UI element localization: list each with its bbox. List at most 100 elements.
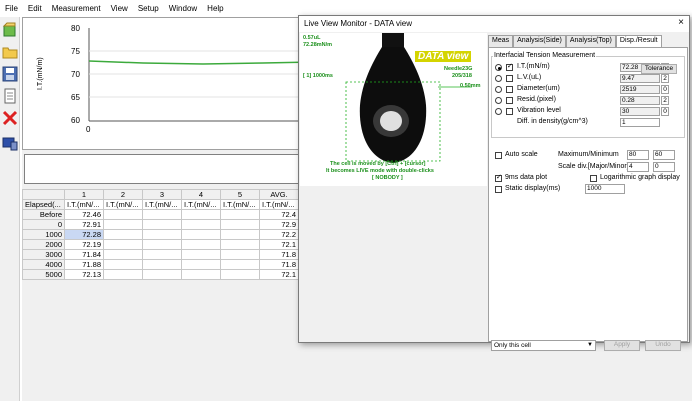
col-header-4[interactable]: 4 — [181, 189, 221, 200]
plot-9ms-checkbox[interactable] — [495, 173, 502, 183]
table-row[interactable]: 2000 72.19 72.1 — [22, 239, 299, 250]
param-radio[interactable] — [495, 86, 502, 93]
cell-empty[interactable] — [181, 219, 221, 230]
tab-analysis-top[interactable]: Analysis(Top) — [565, 35, 616, 47]
tab-disp-result[interactable]: Disp./Result — [615, 35, 662, 47]
cell-empty[interactable] — [103, 209, 143, 220]
cell-avg[interactable]: 72.1 — [259, 269, 299, 280]
cell-avg[interactable]: 72.9 — [259, 219, 299, 230]
minor-input[interactable]: 0 — [653, 162, 675, 172]
cell-empty[interactable] — [142, 229, 182, 240]
monitor-icon[interactable] — [1, 135, 19, 153]
cell-value[interactable]: 72.13 — [64, 269, 104, 280]
cell-empty[interactable] — [220, 259, 260, 270]
cell-empty[interactable] — [142, 219, 182, 230]
menu-edit[interactable]: Edit — [25, 4, 49, 13]
col-header-1[interactable]: 1 — [64, 189, 104, 200]
tab-analysis-side[interactable]: Analysis(Side) — [513, 35, 566, 47]
cell-empty[interactable] — [103, 249, 143, 260]
undo-button[interactable]: Undo — [645, 340, 681, 351]
cell-empty[interactable] — [181, 239, 221, 250]
col-header-5[interactable]: 5 — [220, 189, 260, 200]
cell-avg[interactable]: 72.1 — [259, 239, 299, 250]
cell-value-selected[interactable]: 72.28 — [64, 229, 104, 240]
param-checkbox[interactable] — [506, 62, 513, 72]
cell-empty[interactable] — [181, 209, 221, 220]
cell-empty[interactable] — [103, 259, 143, 270]
max-input[interactable]: 80 — [627, 150, 649, 160]
param-checkbox[interactable] — [506, 108, 513, 115]
cell-empty[interactable] — [142, 259, 182, 270]
print-icon[interactable] — [1, 87, 19, 105]
cell-avg[interactable]: 72.2 — [259, 229, 299, 240]
cell-empty[interactable] — [103, 219, 143, 230]
scope-select[interactable]: Only this cell ▼ — [491, 340, 596, 351]
table-row[interactable]: 3000 71.84 71.8 — [22, 249, 299, 260]
cell-empty[interactable] — [220, 249, 260, 260]
cell-empty[interactable] — [181, 249, 221, 260]
cell-empty[interactable] — [220, 219, 260, 230]
cell-empty[interactable] — [142, 209, 182, 220]
open-folder-icon[interactable] — [1, 43, 19, 61]
param-digits[interactable]: 0 — [661, 85, 669, 94]
menu-help[interactable]: Help — [204, 4, 230, 13]
col-header-avg[interactable]: AVG. — [259, 189, 299, 200]
density-value[interactable]: 1 — [620, 118, 660, 127]
auto-scale-checkbox[interactable] — [495, 152, 502, 159]
close-icon[interactable]: × — [678, 17, 684, 28]
cell-value[interactable]: 72.91 — [64, 219, 104, 230]
log-graph-checkbox[interactable] — [590, 175, 597, 182]
cell-avg[interactable]: 71.8 — [259, 259, 299, 270]
new-document-icon[interactable] — [1, 21, 19, 39]
cell-value[interactable]: 71.88 — [64, 259, 104, 270]
cell-empty[interactable] — [103, 269, 143, 280]
param-checkbox[interactable] — [506, 75, 513, 82]
drop-image-view[interactable]: DATA view 0.57uL 72.28mN/m [ 1] 1000ms N… — [300, 33, 487, 186]
cell-avg[interactable]: 72.4 — [259, 209, 299, 220]
tab-meas[interactable]: Meas — [488, 35, 514, 47]
param-checkbox[interactable] — [506, 97, 513, 104]
param-radio[interactable] — [495, 108, 502, 115]
cell-value[interactable]: 72.19 — [64, 239, 104, 250]
cell-empty[interactable] — [142, 269, 182, 280]
table-row[interactable]: Before 72.46 72.4 — [22, 209, 299, 220]
cell-empty[interactable] — [220, 209, 260, 220]
cell-value[interactable]: 72.46 — [64, 209, 104, 220]
table-row[interactable]: 0 72.91 72.9 — [22, 219, 299, 230]
param-radio[interactable] — [495, 64, 502, 71]
param-checkbox[interactable] — [506, 86, 513, 93]
param-radio[interactable] — [495, 75, 502, 82]
major-input[interactable]: 4 — [627, 162, 649, 172]
table-row[interactable]: 1000 72.28 72.2 — [22, 229, 299, 240]
apply-button[interactable]: Apply — [604, 340, 640, 351]
static-display-checkbox[interactable] — [495, 186, 502, 193]
cell-value[interactable]: 71.84 — [64, 249, 104, 260]
min-input[interactable]: 60 — [653, 150, 675, 160]
cell-empty[interactable] — [142, 239, 182, 250]
menu-file[interactable]: File — [2, 4, 25, 13]
col-header-2[interactable]: 2 — [103, 189, 143, 200]
cell-empty[interactable] — [220, 229, 260, 240]
param-radio[interactable] — [495, 97, 502, 104]
cell-empty[interactable] — [103, 229, 143, 240]
static-display-input[interactable]: 1000 — [585, 184, 625, 194]
save-icon[interactable] — [1, 65, 19, 83]
cell-empty[interactable] — [181, 259, 221, 270]
table-row[interactable]: 5000 72.13 72.1 — [22, 269, 299, 280]
menu-setup[interactable]: Setup — [135, 4, 166, 13]
cell-empty[interactable] — [103, 239, 143, 250]
menu-window[interactable]: Window — [166, 4, 204, 13]
menu-measurement[interactable]: Measurement — [49, 4, 108, 13]
delete-icon[interactable] — [1, 109, 19, 127]
param-digits[interactable]: 2 — [661, 74, 669, 83]
col-header-3[interactable]: 3 — [142, 189, 182, 200]
cell-empty[interactable] — [220, 239, 260, 250]
param-digits[interactable]: 0 — [661, 107, 669, 116]
cell-empty[interactable] — [142, 249, 182, 260]
param-digits[interactable]: 2 — [661, 96, 669, 105]
cell-empty[interactable] — [220, 269, 260, 280]
cell-empty[interactable] — [181, 269, 221, 280]
cell-empty[interactable] — [181, 229, 221, 240]
menu-view[interactable]: View — [108, 4, 135, 13]
table-row[interactable]: 4000 71.88 71.8 — [22, 259, 299, 270]
